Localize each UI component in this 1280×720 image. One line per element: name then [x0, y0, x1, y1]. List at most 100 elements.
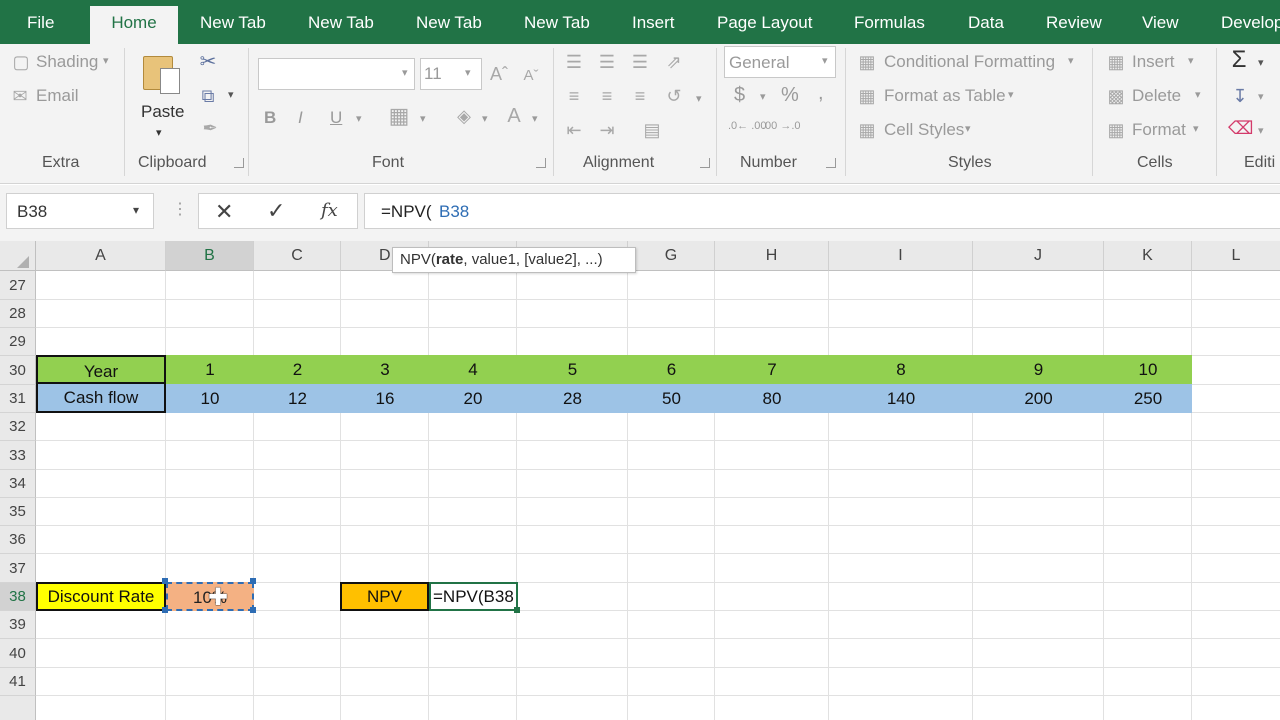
year-cell[interactable]: 4 — [429, 355, 517, 384]
tab-new-tab-4[interactable]: New Tab — [524, 0, 590, 44]
tab-data[interactable]: Data — [968, 0, 1004, 44]
font-launcher-icon[interactable] — [536, 158, 546, 168]
font-name-dropdown-icon[interactable]: ▾ — [402, 66, 408, 79]
increase-decimal-button[interactable]: .0← .00 — [728, 120, 767, 132]
comma-button[interactable]: , — [818, 82, 824, 105]
autosum-icon[interactable]: Σ — [1226, 48, 1252, 72]
tab-developer[interactable]: Develop — [1221, 0, 1280, 44]
column-header-k[interactable]: K — [1104, 241, 1192, 271]
row-header-40[interactable]: 40 — [0, 639, 36, 668]
tab-formulas[interactable]: Formulas — [854, 0, 925, 44]
row-header-36[interactable]: 36 — [0, 526, 36, 554]
alignment-launcher-icon[interactable] — [700, 158, 710, 168]
bold-button[interactable]: B — [264, 108, 276, 128]
discount-rate-label-cell[interactable]: Discount Rate — [36, 582, 166, 611]
cut-icon[interactable]: ✂ — [196, 52, 220, 72]
name-box[interactable]: B38 ▾ — [6, 193, 154, 229]
name-box-dropdown-icon[interactable]: ▾ — [133, 203, 139, 217]
tab-review[interactable]: Review — [1046, 0, 1102, 44]
row-header-33[interactable]: 33 — [0, 441, 36, 470]
insert-cells-button[interactable]: Insert — [1132, 52, 1175, 72]
cashflow-cell[interactable]: 20 — [429, 384, 517, 413]
format-as-table-button[interactable]: Format as Table — [884, 86, 1006, 106]
percent-button[interactable]: % — [781, 84, 799, 107]
font-name-combobox[interactable] — [258, 58, 415, 90]
format-dropdown-icon[interactable]: ▾ — [1193, 122, 1199, 135]
delete-dropdown-icon[interactable]: ▾ — [1195, 88, 1201, 101]
align-top-icon[interactable]: ☰ — [562, 52, 586, 72]
cashflow-cell[interactable]: 200 — [973, 384, 1104, 413]
shrink-font-icon[interactable]: Aˇ — [520, 66, 542, 86]
row-header-31[interactable]: 31 — [0, 385, 36, 413]
selection-handle-icon[interactable] — [250, 578, 256, 584]
currency-dropdown-icon[interactable]: ▾ — [760, 90, 766, 103]
selection-handle-icon[interactable] — [162, 578, 168, 584]
row-header-35[interactable]: 35 — [0, 498, 36, 526]
cashflow-cell[interactable]: 16 — [341, 384, 429, 413]
increase-indent-icon[interactable]: ⇥ — [595, 120, 619, 140]
borders-icon[interactable]: ▦ — [387, 105, 411, 127]
row-header-32[interactable]: 32 — [0, 413, 36, 441]
year-cell[interactable]: 6 — [628, 355, 715, 384]
cashflow-cell[interactable]: 50 — [628, 384, 715, 413]
tab-insert[interactable]: Insert — [632, 0, 675, 44]
copy-dropdown-icon[interactable]: ▾ — [228, 88, 234, 101]
conditional-formatting-dropdown-icon[interactable]: ▾ — [1068, 54, 1074, 67]
year-label-cell[interactable]: Year — [36, 355, 166, 384]
row-header-39[interactable]: 39 — [0, 611, 36, 639]
align-middle-icon[interactable]: ☰ — [595, 52, 619, 72]
year-cell[interactable]: 8 — [829, 355, 973, 384]
grow-font-icon[interactable]: Aˆ — [488, 64, 510, 84]
number-format-dropdown-icon[interactable]: ▾ — [822, 54, 828, 67]
cell-styles-button[interactable]: Cell Styles — [884, 120, 964, 140]
clipboard-launcher-icon[interactable] — [234, 158, 244, 168]
font-color-icon[interactable]: A — [502, 106, 526, 126]
selection-handle-icon[interactable] — [162, 607, 168, 613]
align-bottom-icon[interactable]: ☰ — [628, 52, 652, 72]
conditional-formatting-button[interactable]: Conditional Formatting — [884, 52, 1055, 72]
column-header-i[interactable]: I — [829, 241, 973, 271]
cancel-formula-icon[interactable]: ✕ — [215, 199, 233, 225]
tooltip-current-argument[interactable]: rate — [436, 251, 464, 268]
clear-icon[interactable]: ⌫ — [1228, 118, 1253, 138]
underline-dropdown-icon[interactable]: ▾ — [356, 112, 362, 125]
year-cell[interactable]: 1 — [166, 355, 254, 384]
year-cell[interactable]: 5 — [517, 355, 628, 384]
tab-new-tab-1[interactable]: New Tab — [200, 0, 266, 44]
font-color-dropdown-icon[interactable]: ▾ — [532, 112, 538, 125]
cell-styles-dropdown-icon[interactable]: ▾ — [965, 122, 971, 135]
formula-input[interactable]: =NPV( B38 — [364, 193, 1280, 229]
shading-dropdown-icon[interactable]: ▾ — [103, 54, 109, 67]
cashflow-cell[interactable]: 10 — [166, 384, 254, 413]
orientation-icon[interactable]: ⇗ — [662, 52, 686, 72]
year-cell[interactable]: 9 — [973, 355, 1104, 384]
column-header-l[interactable]: L — [1192, 241, 1280, 271]
decrease-indent-icon[interactable]: ⇤ — [562, 120, 586, 140]
year-cell[interactable]: 10 — [1104, 355, 1192, 384]
paste-button[interactable]: Paste — [141, 102, 184, 122]
fill-color-dropdown-icon[interactable]: ▾ — [482, 112, 488, 125]
number-launcher-icon[interactable] — [826, 158, 836, 168]
currency-button[interactable]: $ — [734, 84, 745, 107]
row-header-34[interactable]: 34 — [0, 470, 36, 498]
clear-dropdown-icon[interactable]: ▾ — [1258, 124, 1264, 137]
year-cell[interactable]: 7 — [715, 355, 829, 384]
align-left-icon[interactable]: ≡ — [562, 86, 586, 106]
font-size-dropdown-icon[interactable]: ▾ — [465, 66, 471, 79]
cashflow-cell[interactable]: 250 — [1104, 384, 1192, 413]
email-button[interactable]: Email — [36, 86, 79, 106]
fill-handle-icon[interactable] — [514, 607, 520, 613]
enter-formula-icon[interactable]: ✓ — [267, 198, 285, 224]
tab-view[interactable]: View — [1142, 0, 1179, 44]
format-as-table-dropdown-icon[interactable]: ▾ — [1008, 88, 1014, 101]
wrap-text-icon[interactable]: ↺ — [662, 86, 686, 106]
shading-button[interactable]: Shading — [36, 52, 98, 72]
column-header-b[interactable]: B — [166, 241, 254, 271]
column-header-c[interactable]: C — [254, 241, 341, 271]
row-header-42[interactable] — [0, 696, 36, 720]
underline-button[interactable]: U — [330, 108, 342, 128]
autosum-dropdown-icon[interactable]: ▾ — [1258, 56, 1264, 69]
tab-new-tab-2[interactable]: New Tab — [308, 0, 374, 44]
format-painter-icon[interactable]: ✒ — [198, 118, 222, 138]
merge-center-icon[interactable]: ▤ — [640, 120, 664, 140]
